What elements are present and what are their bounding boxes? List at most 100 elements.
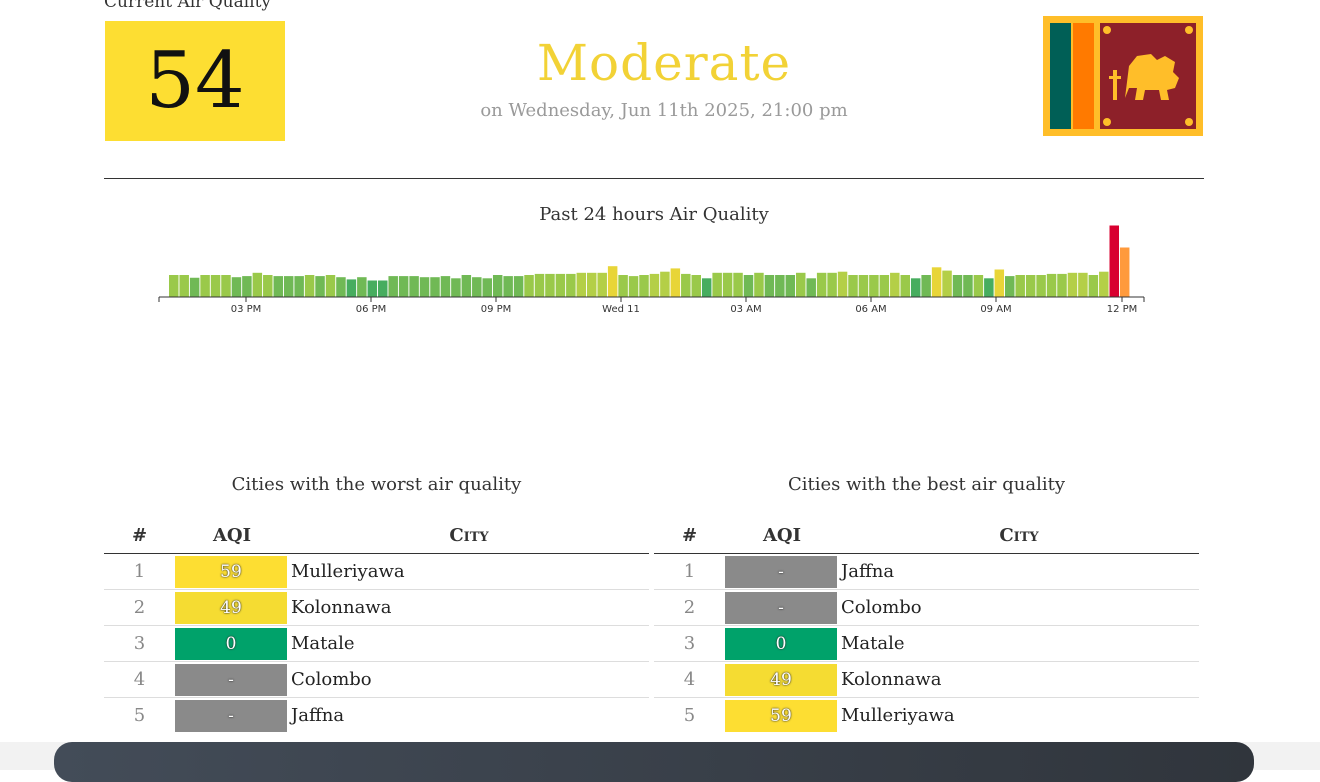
chart-bar[interactable] [1046, 273, 1057, 297]
chart-bar[interactable] [419, 277, 430, 297]
chart-bar[interactable] [869, 275, 879, 297]
chart-bar[interactable] [1099, 271, 1109, 297]
chart-bar[interactable] [388, 276, 398, 297]
chart-bar[interactable] [701, 278, 712, 297]
chart-bar[interactable] [660, 271, 670, 297]
chart-bar[interactable] [346, 279, 357, 297]
chart-bar[interactable] [691, 275, 702, 297]
chart-bar[interactable] [681, 273, 691, 297]
rank-header[interactable]: # [654, 518, 725, 554]
chart-bar[interactable] [890, 272, 900, 297]
aqi-header[interactable]: AQI [175, 518, 289, 554]
chart-bar[interactable] [1119, 247, 1130, 298]
chart-bar[interactable] [858, 275, 869, 297]
city-link[interactable]: Jaffna [289, 698, 649, 734]
chart-bar[interactable] [1109, 225, 1120, 298]
chart-bar[interactable] [1005, 276, 1015, 297]
chart-bar[interactable] [827, 272, 837, 297]
chart-bar[interactable] [304, 275, 315, 297]
chart-bar[interactable] [409, 276, 419, 297]
chart-bar[interactable] [597, 272, 607, 297]
chart-bar[interactable] [492, 275, 503, 297]
aqi-header[interactable]: AQI [725, 518, 839, 554]
chart-bar[interactable] [221, 275, 231, 297]
chart-bar[interactable] [179, 275, 189, 297]
chart-bar[interactable] [200, 275, 210, 297]
city-link[interactable]: Colombo [839, 589, 1199, 626]
chart-bar[interactable] [973, 275, 984, 297]
chart-bar[interactable] [566, 273, 576, 297]
chart-bar[interactable] [336, 277, 346, 297]
chart-bar[interactable] [837, 271, 848, 297]
chart-bar[interactable] [325, 275, 336, 297]
chart-bar[interactable] [1025, 275, 1036, 297]
chart-bar[interactable] [482, 278, 493, 297]
chart-bar[interactable] [639, 275, 649, 297]
table-row[interactable]: 5 59 Mulleriyawa [654, 698, 1199, 734]
city-header[interactable]: City [839, 518, 1199, 554]
chart-bar[interactable] [910, 278, 921, 297]
chart-bar[interactable] [994, 269, 1005, 298]
chart-bar[interactable] [398, 276, 409, 297]
chart-bar[interactable] [472, 277, 482, 297]
table-row[interactable]: 1 59 Mulleriyawa [104, 553, 649, 590]
city-link[interactable]: Kolonnawa [839, 661, 1199, 698]
chart-bar[interactable] [430, 277, 440, 297]
chart-bar[interactable] [900, 275, 911, 297]
chart-bar[interactable] [754, 272, 764, 297]
chart-bar[interactable] [1036, 275, 1046, 297]
chart-bar[interactable] [743, 275, 754, 297]
chart-bar[interactable] [263, 275, 273, 297]
chart-bar[interactable] [231, 277, 242, 297]
chart-bar[interactable] [555, 273, 566, 297]
chart-bar[interactable] [879, 275, 890, 297]
chart-bar[interactable] [1067, 272, 1078, 297]
chart-bar[interactable] [252, 272, 263, 297]
chart-bar[interactable] [524, 275, 534, 297]
chart-bar[interactable] [283, 276, 294, 297]
chart-bar[interactable] [315, 276, 325, 297]
chart-bar[interactable] [618, 275, 628, 297]
chart-bar[interactable] [848, 275, 858, 297]
chart-bar[interactable] [670, 268, 681, 297]
city-link[interactable]: Jaffna [839, 553, 1199, 590]
chart-bar[interactable] [785, 275, 796, 297]
city-link[interactable]: Mulleriyawa [289, 553, 649, 590]
table-row[interactable]: 4 49 Kolonnawa [654, 661, 1199, 698]
chart-bar[interactable] [733, 272, 743, 297]
chart-bar[interactable] [576, 272, 587, 297]
chart-bar[interactable] [189, 277, 200, 297]
chart-bar[interactable] [357, 277, 367, 297]
chart-bar[interactable] [451, 278, 461, 297]
chart-bar[interactable] [963, 275, 973, 297]
chart-bar[interactable] [534, 273, 545, 297]
city-link[interactable]: Matale [289, 625, 649, 662]
table-row[interactable]: 3 0 Matale [104, 625, 649, 662]
chart-bar[interactable] [1088, 275, 1099, 297]
chart-bar[interactable] [545, 273, 555, 297]
chart-bar[interactable] [816, 272, 827, 297]
chart-bar[interactable] [649, 273, 660, 297]
chart-bar[interactable] [722, 272, 733, 297]
chart-bar[interactable] [806, 278, 816, 297]
rank-header[interactable]: # [104, 518, 175, 554]
chart-bar[interactable] [503, 276, 513, 297]
chart-bar[interactable] [169, 275, 179, 297]
chart-bar[interactable] [796, 272, 806, 297]
chart-bar[interactable] [273, 276, 284, 297]
chart-bar[interactable] [1057, 273, 1067, 297]
chart-bar[interactable] [775, 275, 785, 297]
chart-bar[interactable] [440, 276, 451, 297]
chart-bar[interactable] [367, 280, 378, 298]
chart-bar[interactable] [1015, 275, 1025, 297]
city-link[interactable]: Mulleriyawa [839, 698, 1199, 734]
city-link[interactable]: Colombo [289, 661, 649, 698]
chart-bar[interactable] [378, 280, 388, 298]
chart-bar[interactable] [712, 272, 722, 297]
chart-bar[interactable] [607, 266, 618, 297]
chart-bar[interactable] [587, 272, 597, 297]
city-link[interactable]: Kolonnawa [289, 589, 649, 626]
city-header[interactable]: City [289, 518, 649, 554]
table-row[interactable]: 2 49 Kolonnawa [104, 589, 649, 626]
chart-bar[interactable] [931, 267, 942, 297]
